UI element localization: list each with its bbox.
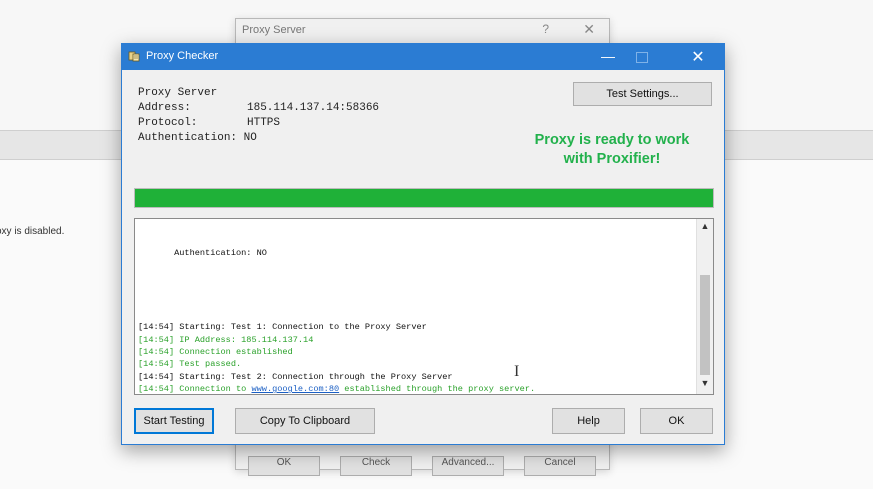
log-scrollbar[interactable]: ▲ ▼ <box>696 219 713 394</box>
address-value: 185.114.137.14:58366 <box>247 102 380 114</box>
authentication-value: NO <box>243 132 257 144</box>
protocol-row: Protocol: HTTPS <box>138 116 379 131</box>
help-button[interactable]: Help <box>552 408 625 434</box>
log-text: Starting: Test 1: Connection to the Prox… <box>174 322 427 333</box>
test-settings-button[interactable]: Test Settings... <box>573 82 712 106</box>
status-line-2: with Proxifier! <box>563 151 661 167</box>
log-timestamp: [14:54] <box>138 359 175 370</box>
log-line: [14:54] Test passed. <box>138 358 694 370</box>
scroll-down-icon[interactable]: ▼ <box>697 378 713 392</box>
log-line-authentication: Authentication: NO <box>138 247 267 258</box>
text-cursor-icon: I <box>514 363 520 380</box>
background-status-text: oxy is disabled. <box>0 226 65 237</box>
log-line: [14:54] Starting: Test 1: Connection to … <box>138 321 694 333</box>
status-line-1: Proxy is ready to work <box>534 132 690 148</box>
log-text: Test passed. <box>174 359 242 370</box>
scroll-up-icon[interactable]: ▲ <box>697 221 713 235</box>
test-log[interactable]: Authentication: NO [14:54] Starting: Tes… <box>134 218 714 395</box>
authentication-row: Authentication: NO <box>138 131 379 146</box>
proxy-server-dialog-title: Proxy Server <box>242 24 306 36</box>
protocol-value: HTTPS <box>247 117 281 129</box>
log-line: [14:54] Starting: Test 2: Connection thr… <box>138 371 694 383</box>
scroll-thumb[interactable] <box>700 275 710 375</box>
maximize-icon <box>636 52 648 63</box>
log-text: established through the proxy server. <box>339 384 536 395</box>
test-progress-bar <box>134 188 714 208</box>
copy-to-clipboard-button[interactable]: Copy To Clipboard <box>235 408 375 434</box>
progress-fill <box>135 189 713 207</box>
window-title: Proxy Checker <box>146 50 219 62</box>
proxifier-app-icon <box>128 51 140 62</box>
log-text: Connection to <box>174 384 252 395</box>
close-icon[interactable]: ✕ <box>583 21 595 38</box>
close-icon[interactable]: ✕ <box>680 47 716 67</box>
proxy-ready-status: Proxy is ready to work with Proxifier! <box>512 131 712 169</box>
log-timestamp: [14:54] <box>138 322 175 333</box>
proxy-checker-window: Proxy Checker — ✕ Proxy Server Address: 1… <box>121 43 725 445</box>
proxy-info-heading: Proxy Server <box>138 87 218 99</box>
log-link[interactable]: www.google.com:80 <box>251 384 339 394</box>
minimize-icon[interactable]: — <box>590 48 626 64</box>
start-testing-button[interactable]: Start Testing <box>134 408 214 434</box>
address-label: Address: <box>138 102 191 114</box>
help-icon[interactable]: ? <box>542 22 549 36</box>
log-timestamp: [14:54] <box>138 334 175 345</box>
log-text: IP Address: 185.114.137.14 <box>174 334 314 345</box>
proxy-info: Proxy Server Address: 185.114.137.14:5836… <box>138 86 379 146</box>
log-line: [14:54] Connection to www.google.com:80 … <box>138 383 694 395</box>
log-text: Connection established <box>174 347 293 357</box>
log-timestamp: [14:54] <box>138 347 175 357</box>
ps-check-button[interactable]: Check <box>340 456 412 476</box>
address-row: Address: 185.114.137.14:58366 <box>138 101 379 116</box>
ps-ok-button[interactable]: OK <box>248 456 320 476</box>
log-timestamp: [14:54] <box>138 371 175 382</box>
log-timestamp: [14:54] <box>138 384 175 395</box>
ps-cancel-button[interactable]: Cancel <box>524 456 596 476</box>
log-line: [14:54] Connection established <box>138 346 694 358</box>
ps-advanced-button[interactable]: Advanced... <box>432 456 504 476</box>
authentication-label: Authentication: <box>138 132 238 144</box>
log-text: Starting: Test 2: Connection through the… <box>174 371 453 382</box>
test-log-content: Authentication: NO [14:54] Starting: Tes… <box>138 222 694 395</box>
log-blank-line <box>138 284 694 296</box>
title-bar[interactable]: Proxy Checker — ✕ <box>122 44 724 70</box>
ok-button[interactable]: OK <box>640 408 713 434</box>
log-line: [14:54] IP Address: 185.114.137.14 <box>138 334 694 346</box>
protocol-label: Protocol: <box>138 117 198 129</box>
